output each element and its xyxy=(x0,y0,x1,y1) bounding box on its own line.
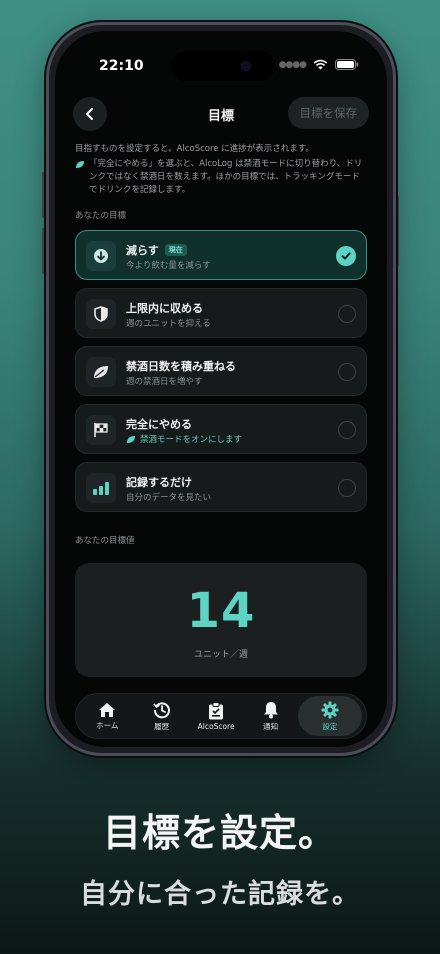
status-time: 22:10 xyxy=(99,58,144,74)
status-bar: 22:10 ●●●● xyxy=(55,31,387,81)
clipboard-icon xyxy=(209,701,224,719)
target-unit: ユニット／週 xyxy=(193,650,248,660)
goal-title-text: 記録するだけ xyxy=(126,476,192,489)
goal-title-text: 禁酒日数を積み重ねる xyxy=(126,360,236,373)
leaf-icon xyxy=(94,366,108,378)
tab-history[interactable]: 履歴 xyxy=(134,696,188,736)
tab-notifications[interactable]: 通知 xyxy=(243,696,297,736)
goal-title: 記録するだけ xyxy=(126,474,192,490)
description-line-1: 目指すものを設定すると、AlcoScore に進捗が表示されます。 xyxy=(75,144,314,154)
goal-subtitle: 自分のデータを見たい xyxy=(126,493,212,503)
goal-title-text: 減らす xyxy=(126,244,159,257)
save-goal-button[interactable]: 目標を保存 xyxy=(287,97,369,129)
phone-screen: 22:10 ●●●● 目標 目標を保存 目指すものを設定すると、AlcoScor… xyxy=(55,31,387,747)
promo-subhead: 自分に合った記録を。 xyxy=(80,879,360,910)
leaf-icon xyxy=(127,435,135,443)
goal-title: 完全にやめる xyxy=(126,416,192,432)
target-value: 14 xyxy=(186,583,256,639)
goal-icon-box xyxy=(86,473,116,503)
current-badge: 現在 xyxy=(164,244,187,256)
goal-icon-box xyxy=(86,299,116,329)
radio-button[interactable] xyxy=(338,305,356,323)
camera-icon xyxy=(241,61,251,71)
selected-check-icon xyxy=(336,246,356,266)
history-icon xyxy=(153,701,170,718)
goal-subtitle: 禁酒モードをオンにします xyxy=(126,433,242,445)
arrow-down-circle-icon xyxy=(94,249,108,263)
target-section-label: あなたの目標値 xyxy=(75,536,135,546)
navigation-bar: 目標 目標を保存 xyxy=(55,95,387,133)
bell-icon xyxy=(263,701,278,718)
radio-button[interactable] xyxy=(338,363,356,381)
goal-icon-box xyxy=(86,357,116,387)
dynamic-island xyxy=(171,51,275,81)
tab-settings[interactable]: 設定 xyxy=(297,696,362,736)
phone-frame: 22:10 ●●●● 目標 目標を保存 目指すものを設定すると、AlcoScor… xyxy=(46,22,396,756)
goal-description: 目指すものを設定すると、AlcoScore に進捗が表示されます。 「完全にやめ… xyxy=(75,143,367,197)
volume-up-button xyxy=(42,172,45,218)
goal-title-text: 完全にやめる xyxy=(126,418,192,431)
promo-headline: 目標を設定。 xyxy=(102,811,337,855)
home-icon xyxy=(99,702,116,717)
goal-option-reduce[interactable]: 減らす 現在 今より飲む量を減らす xyxy=(75,230,367,280)
goal-subtitle-text: 禁酒モードをオンにします xyxy=(140,435,243,445)
bar-chart-icon xyxy=(93,482,109,495)
tab-label: AlcoScore xyxy=(197,721,235,731)
goal-icon-box xyxy=(86,415,116,445)
goal-option-build-sober-days[interactable]: 禁酒日数を積み重ねる 週の禁酒日を増やす xyxy=(75,346,367,396)
tab-label: 設定 xyxy=(322,721,338,731)
tab-label: 通知 xyxy=(263,721,279,731)
goal-option-stay-within-limit[interactable]: 上限内に収める 週のユニットを抑える xyxy=(75,288,367,338)
shield-icon xyxy=(94,306,108,322)
goal-title: 禁酒日数を積み重ねる xyxy=(126,358,236,374)
signal-dots-icon: ●●●● xyxy=(278,59,307,70)
radio-button[interactable] xyxy=(338,479,356,497)
status-icons: ●●●● xyxy=(279,59,359,70)
wifi-icon xyxy=(313,59,328,70)
leaf-icon xyxy=(76,161,84,168)
goal-subtitle: 今より飲む量を減らす xyxy=(126,261,211,271)
power-button xyxy=(396,196,399,266)
goal-subtitle: 週の禁酒日を増やす xyxy=(126,377,203,387)
tab-label: 履歴 xyxy=(154,721,170,731)
goal-title-text: 上限内に収める xyxy=(126,302,203,315)
goals-section-label: あなたの目標 xyxy=(75,211,127,221)
tab-home[interactable]: ホーム xyxy=(80,696,134,736)
goal-title: 上限内に収める xyxy=(126,300,203,316)
goal-icon-box xyxy=(86,241,116,271)
flag-icon xyxy=(94,423,108,437)
goal-subtitle: 週のユニットを抑える xyxy=(126,319,211,329)
tab-bar: ホーム 履歴 AlcoScore 通知 設定 xyxy=(75,693,367,739)
description-line-2: 「完全にやめる」を選ぶと、AlcoLog は禁酒モードに切り替わり、ドリンクでは… xyxy=(89,159,363,195)
radio-button[interactable] xyxy=(338,421,356,439)
battery-icon xyxy=(335,59,359,70)
tab-alcoscore[interactable]: AlcoScore xyxy=(189,696,243,736)
goal-option-just-track[interactable]: 記録するだけ 自分のデータを見たい xyxy=(75,462,367,512)
volume-down-button xyxy=(42,228,45,274)
tab-label: ホーム xyxy=(96,720,119,730)
goal-option-quit-completely[interactable]: 完全にやめる 禁酒モードをオンにします xyxy=(75,404,367,454)
goal-title: 減らす 現在 xyxy=(126,242,187,258)
target-value-card[interactable]: 14 ユニット／週 xyxy=(75,563,367,677)
gear-icon xyxy=(321,701,339,718)
